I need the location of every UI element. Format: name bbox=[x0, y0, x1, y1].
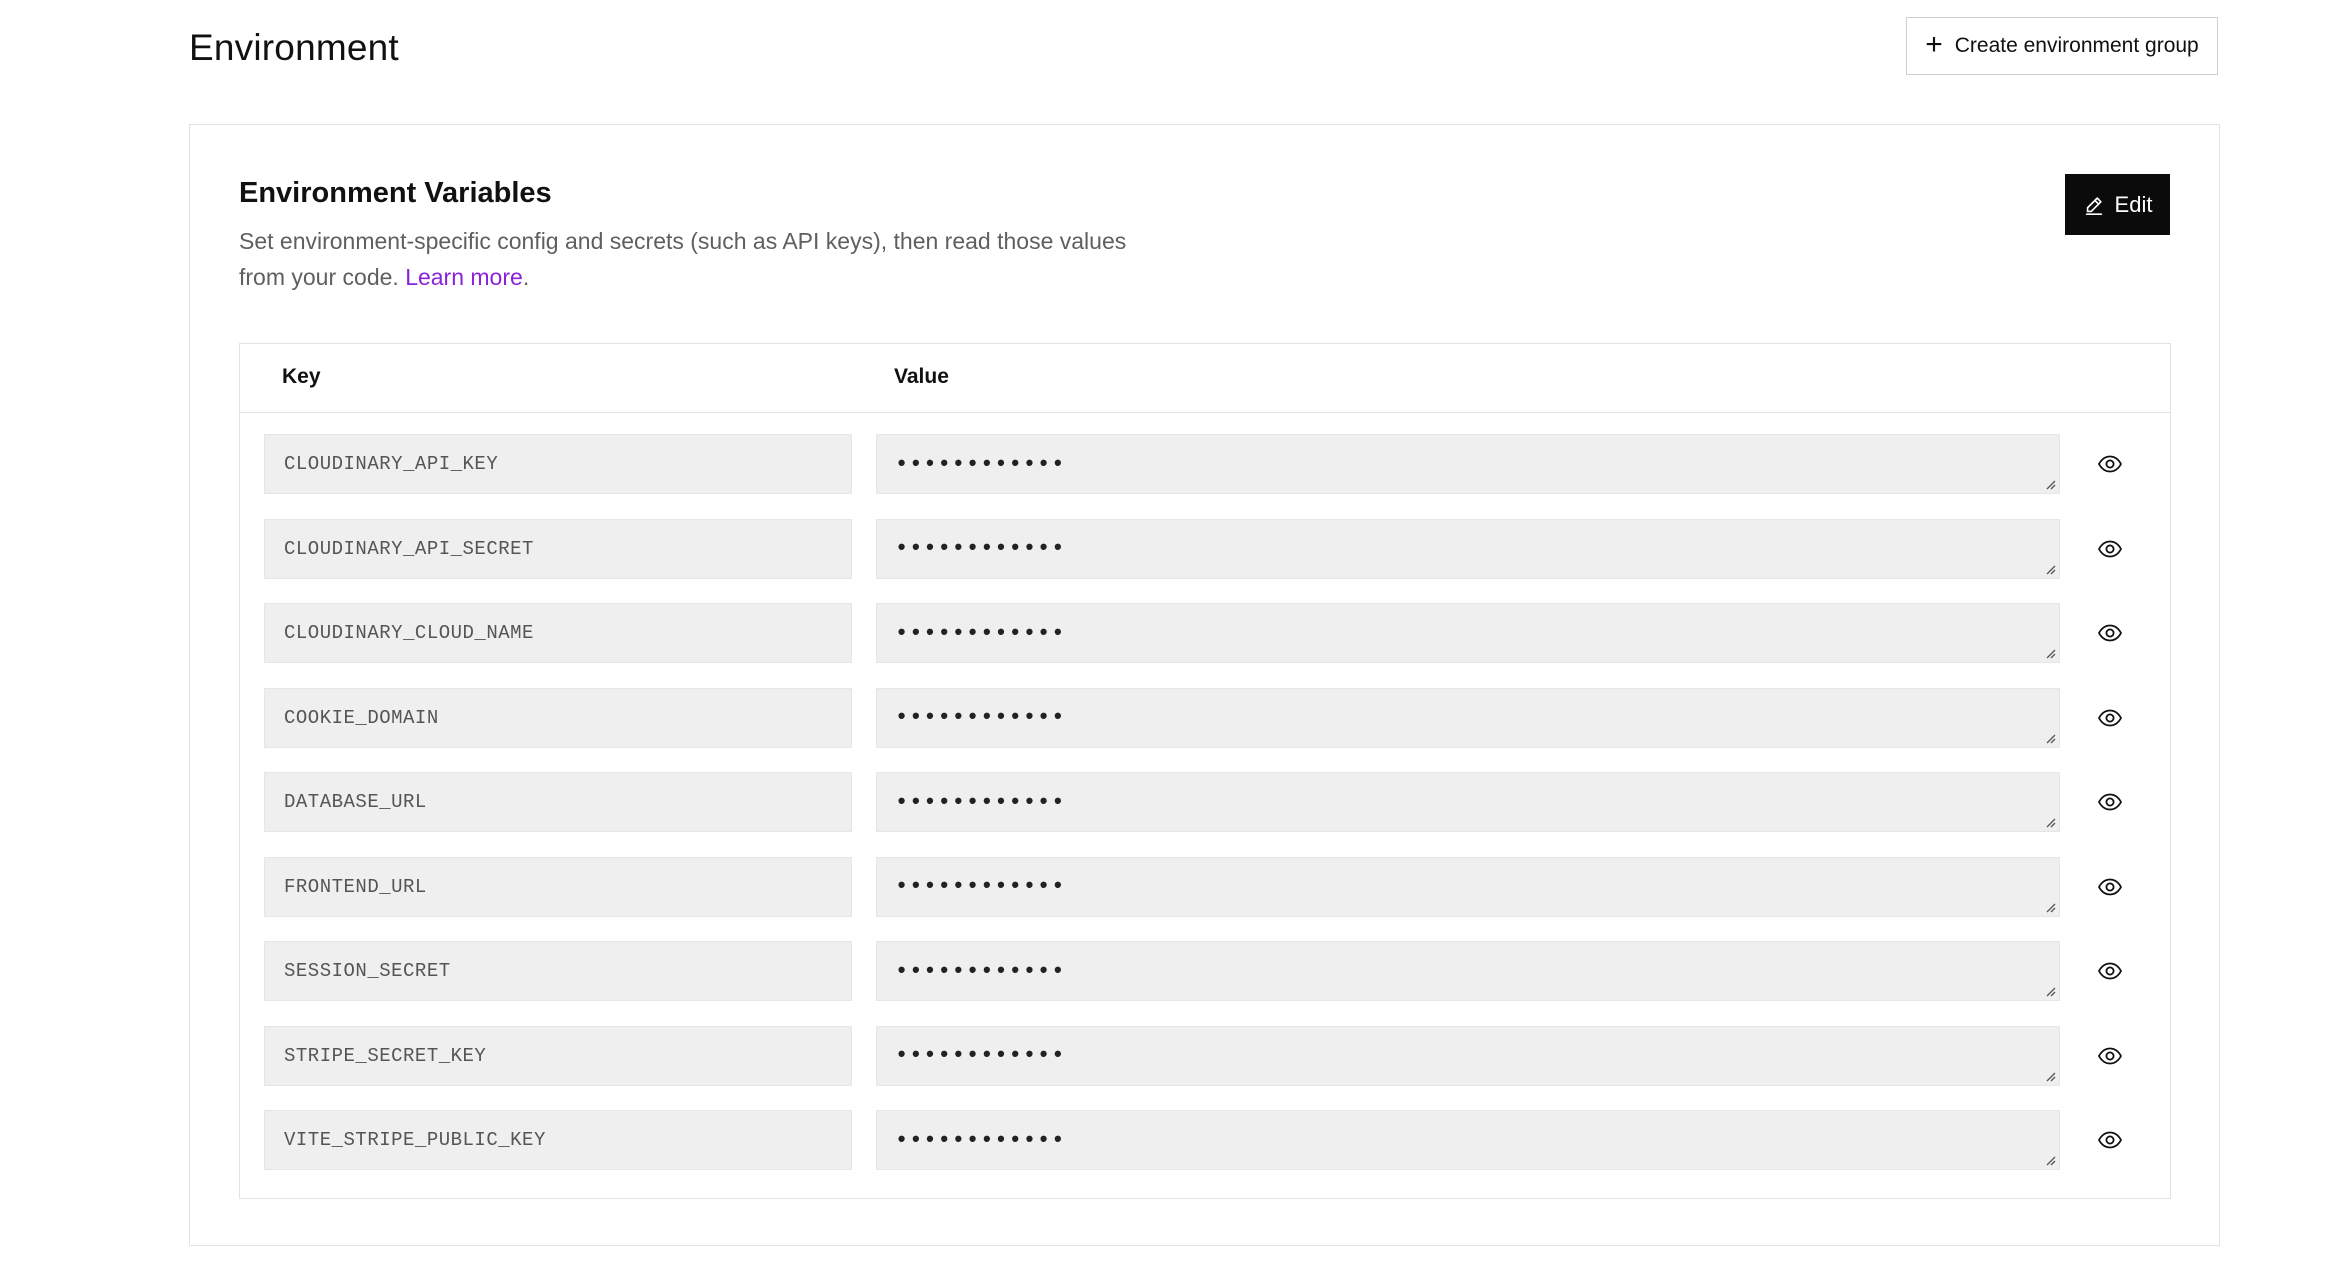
table-header: Key Value bbox=[240, 344, 2170, 413]
env-value-field[interactable]: •••••••••••• bbox=[876, 1110, 2060, 1170]
env-value-masked: •••••••••••• bbox=[895, 451, 1066, 477]
eye-icon[interactable] bbox=[2094, 702, 2126, 734]
env-value-field[interactable]: •••••••••••• bbox=[876, 772, 2060, 832]
eye-icon[interactable] bbox=[2094, 786, 2126, 818]
create-environment-group-button[interactable]: + Create environment group bbox=[1906, 17, 2218, 75]
eye-icon[interactable] bbox=[2094, 1040, 2126, 1072]
env-value-field[interactable]: •••••••••••• bbox=[876, 518, 2060, 579]
table-row: CLOUDINARY_API_SECRET •••••••••••• bbox=[240, 518, 2170, 604]
env-value-field[interactable]: •••••••••••• bbox=[876, 1025, 2060, 1086]
env-key-field[interactable]: COOKIE_DOMAIN bbox=[264, 687, 852, 748]
description-period: . bbox=[522, 264, 530, 290]
pencil-icon bbox=[2083, 194, 2105, 216]
table-row: FRONTEND_URL •••••••••••• bbox=[240, 856, 2170, 942]
environment-page: Environment + Create environment group E… bbox=[0, 0, 2335, 1272]
key-column-header: Key bbox=[282, 365, 321, 388]
resize-handle-icon[interactable] bbox=[2044, 901, 2056, 913]
card-title: Environment Variables bbox=[239, 177, 552, 209]
environment-variables-card: Environment Variables Set environment-sp… bbox=[189, 124, 2220, 1246]
resize-handle-icon[interactable] bbox=[2044, 816, 2056, 828]
learn-more-link[interactable]: Learn more bbox=[405, 264, 523, 290]
env-value-masked: •••••••••••• bbox=[895, 789, 1066, 815]
eye-icon[interactable] bbox=[2094, 1124, 2126, 1156]
resize-handle-icon[interactable] bbox=[2044, 647, 2056, 659]
env-key-field[interactable]: DATABASE_URL bbox=[264, 772, 852, 832]
env-value-field[interactable]: •••••••••••• bbox=[876, 856, 2060, 917]
table-row: VITE_STRIPE_PUBLIC_KEY •••••••••••• bbox=[240, 1110, 2170, 1195]
env-key-field[interactable]: CLOUDINARY_API_KEY bbox=[264, 434, 852, 494]
value-column-header: Value bbox=[894, 365, 949, 388]
table-row: DATABASE_URL •••••••••••• bbox=[240, 772, 2170, 857]
env-key-field[interactable]: VITE_STRIPE_PUBLIC_KEY bbox=[264, 1110, 852, 1170]
env-value-field[interactable]: •••••••••••• bbox=[876, 603, 2060, 663]
env-value-masked: •••••••••••• bbox=[895, 1127, 1066, 1153]
table-row: SESSION_SECRET •••••••••••• bbox=[240, 941, 2170, 1026]
table-body: CLOUDINARY_API_KEY •••••••••••• CLOUDINA… bbox=[240, 434, 2170, 1195]
eye-icon[interactable] bbox=[2094, 955, 2126, 987]
resize-handle-icon[interactable] bbox=[2044, 1154, 2056, 1166]
resize-handle-icon[interactable] bbox=[2044, 985, 2056, 997]
eye-icon[interactable] bbox=[2094, 617, 2126, 649]
table-row: CLOUDINARY_CLOUD_NAME •••••••••••• bbox=[240, 603, 2170, 688]
resize-handle-icon[interactable] bbox=[2044, 1070, 2056, 1082]
env-value-masked: •••••••••••• bbox=[895, 1043, 1066, 1068]
env-value-masked: •••••••••••• bbox=[895, 620, 1066, 646]
eye-icon[interactable] bbox=[2094, 448, 2126, 480]
env-value-field[interactable]: •••••••••••• bbox=[876, 941, 2060, 1001]
env-key-field[interactable]: CLOUDINARY_API_SECRET bbox=[264, 518, 852, 579]
table-row: STRIPE_SECRET_KEY •••••••••••• bbox=[240, 1025, 2170, 1111]
env-value-masked: •••••••••••• bbox=[895, 705, 1066, 730]
env-key-field[interactable]: FRONTEND_URL bbox=[264, 856, 852, 917]
plus-icon: + bbox=[1925, 27, 1943, 61]
eye-icon[interactable] bbox=[2094, 533, 2126, 565]
env-value-field[interactable]: •••••••••••• bbox=[876, 687, 2060, 748]
env-value-field[interactable]: •••••••••••• bbox=[876, 434, 2060, 494]
env-key-field[interactable]: SESSION_SECRET bbox=[264, 941, 852, 1001]
create-environment-group-label: Create environment group bbox=[1954, 34, 2199, 57]
table-row: COOKIE_DOMAIN •••••••••••• bbox=[240, 687, 2170, 773]
env-value-masked: •••••••••••• bbox=[895, 536, 1066, 561]
env-vars-table: Key Value CLOUDINARY_API_KEY •••••••••••… bbox=[239, 343, 2171, 1199]
card-description: Set environment-specific config and secr… bbox=[239, 223, 1139, 295]
edit-button[interactable]: Edit bbox=[2065, 174, 2170, 235]
env-key-field[interactable]: STRIPE_SECRET_KEY bbox=[264, 1025, 852, 1086]
card-description-text: Set environment-specific config and secr… bbox=[239, 228, 1127, 290]
page-title: Environment bbox=[189, 27, 399, 68]
resize-handle-icon[interactable] bbox=[2044, 478, 2056, 490]
resize-handle-icon[interactable] bbox=[2044, 563, 2056, 575]
edit-button-label: Edit bbox=[2114, 191, 2153, 217]
env-value-masked: •••••••••••• bbox=[895, 958, 1066, 984]
env-key-field[interactable]: CLOUDINARY_CLOUD_NAME bbox=[264, 603, 852, 663]
table-row: CLOUDINARY_API_KEY •••••••••••• bbox=[240, 434, 2170, 519]
resize-handle-icon[interactable] bbox=[2044, 732, 2056, 744]
env-value-masked: •••••••••••• bbox=[895, 874, 1066, 899]
eye-icon[interactable] bbox=[2094, 871, 2126, 903]
